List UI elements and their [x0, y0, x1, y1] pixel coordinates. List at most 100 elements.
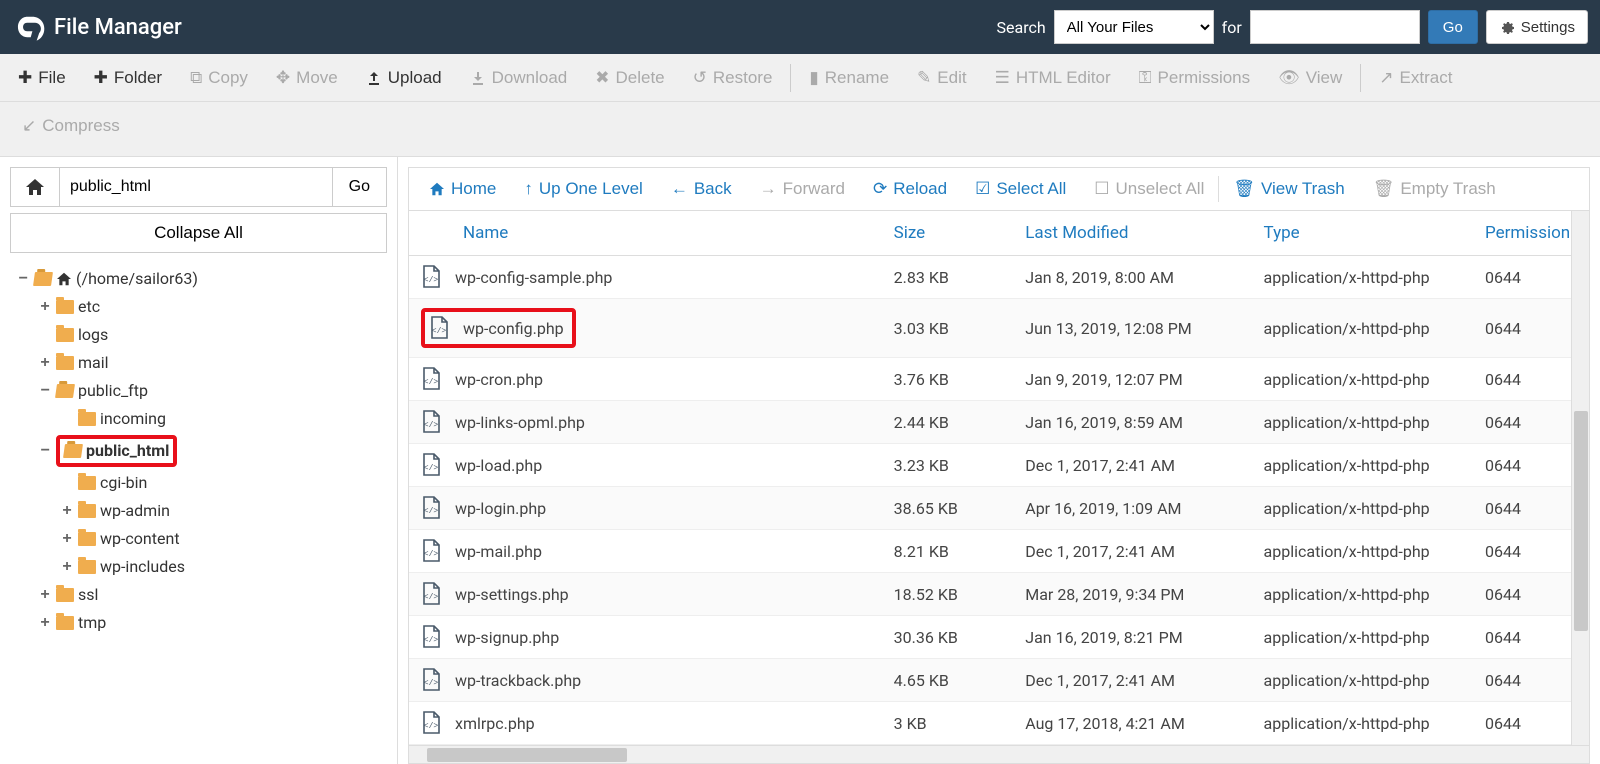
tree-node-wp-includes[interactable]: +wp-includes	[38, 553, 387, 581]
tree-node-wp-content[interactable]: +wp-content	[38, 525, 387, 553]
reload-button[interactable]: ⟳Reload	[859, 167, 961, 211]
tree-node-ssl[interactable]: +ssl	[38, 581, 387, 609]
restore-icon: ↺	[693, 68, 707, 88]
move-icon: ✥	[276, 68, 290, 88]
select-all-button[interactable]: ☑Select All	[961, 167, 1080, 211]
svg-text:</>: </>	[424, 593, 439, 602]
file-row[interactable]: </>wp-signup.php30.36 KBJan 16, 2019, 8:…	[409, 616, 1589, 659]
expander-icon[interactable]: −	[38, 379, 52, 403]
new-folder-button[interactable]: ✚Folder	[80, 58, 176, 98]
file-size: 38.65 KB	[884, 487, 1016, 530]
new-file-button[interactable]: ✚File	[4, 58, 80, 98]
expander-icon[interactable]: +	[38, 583, 52, 607]
tree-node-logs[interactable]: logs	[38, 321, 387, 349]
tree-node-mail[interactable]: +mail	[38, 349, 387, 377]
empty-trash-button[interactable]: 🗑Empty Trash	[1359, 167, 1510, 211]
expander-icon[interactable]: +	[38, 351, 52, 375]
expander-icon[interactable]: +	[38, 295, 52, 319]
tree-node-cgi-bin[interactable]: cgi-bin	[38, 469, 387, 497]
forward-button[interactable]: →Forward	[746, 167, 859, 211]
file-row[interactable]: </>wp-mail.php8.21 KBDec 1, 2017, 2:41 A…	[409, 530, 1589, 573]
col-type[interactable]: Type	[1254, 211, 1475, 256]
sidebar-go-button[interactable]: Go	[333, 167, 387, 207]
tree-node-public_ftp[interactable]: − public_ftp	[38, 377, 387, 405]
separator	[1360, 64, 1361, 92]
tree-root[interactable]: − (/home/sailor63)	[16, 265, 387, 293]
home-icon	[25, 178, 45, 196]
file-row[interactable]: </>wp-config.php3.03 KBJun 13, 2019, 12:…	[409, 299, 1589, 358]
file-row[interactable]: </>wp-trackback.php4.65 KBDec 1, 2017, 2…	[409, 659, 1589, 702]
php-file-icon: </>	[421, 367, 441, 391]
tree-node-tmp[interactable]: +tmp	[38, 609, 387, 637]
rename-icon: ▮	[809, 68, 818, 88]
search-scope-select[interactable]: All Your Files	[1054, 10, 1214, 44]
tree-node-etc[interactable]: +etc	[38, 293, 387, 321]
file-row[interactable]: </>wp-load.php3.23 KBDec 1, 2017, 2:41 A…	[409, 444, 1589, 487]
php-file-icon: </>	[421, 496, 441, 520]
file-modified: Jan 9, 2019, 12:07 PM	[1015, 358, 1253, 401]
back-button[interactable]: ←Back	[657, 167, 746, 211]
file-type: application/x-httpd-php	[1254, 444, 1475, 487]
checkbox-icon: ☐	[1094, 179, 1109, 199]
search-input[interactable]	[1250, 10, 1420, 44]
expander-icon[interactable]: −	[38, 439, 52, 463]
upload-button[interactable]: Upload	[352, 58, 456, 98]
restore-button[interactable]: ↺Restore	[679, 58, 787, 98]
expander-icon[interactable]: −	[16, 267, 30, 291]
tree-node-public_html[interactable]: −public_html	[38, 433, 387, 469]
path-input[interactable]	[60, 167, 333, 207]
collapse-all-button[interactable]: Collapse All	[10, 213, 387, 253]
copy-button[interactable]: ⧉Copy	[176, 58, 262, 98]
tree-label: logs	[78, 323, 108, 347]
html-editor-button[interactable]: ☰HTML Editor	[981, 58, 1125, 98]
download-button[interactable]: Download	[456, 58, 582, 98]
view-button[interactable]: 👁View	[1264, 58, 1356, 98]
copy-icon: ⧉	[190, 68, 202, 88]
file-row[interactable]: </>wp-login.php38.65 KBApr 16, 2019, 1:0…	[409, 487, 1589, 530]
home-icon	[56, 272, 72, 286]
view-trash-button[interactable]: 🗑View Trash	[1219, 167, 1358, 211]
file-size: 3.76 KB	[884, 358, 1016, 401]
delete-button[interactable]: ✖Delete	[581, 58, 678, 98]
permissions-button[interactable]: ⚿Permissions	[1125, 58, 1265, 98]
compress-button[interactable]: ↙Compress	[8, 106, 134, 146]
move-button[interactable]: ✥Move	[262, 58, 352, 98]
col-size[interactable]: Size	[884, 211, 1016, 256]
edit-button[interactable]: ✎Edit	[903, 58, 981, 98]
file-size: 18.52 KB	[884, 573, 1016, 616]
php-file-icon: </>	[421, 265, 441, 289]
folder-closed-icon	[56, 328, 74, 342]
file-row[interactable]: </>wp-links-opml.php2.44 KBJan 16, 2019,…	[409, 401, 1589, 444]
up-one-level-button[interactable]: ↑Up One Level	[510, 167, 656, 211]
home-button[interactable]	[10, 167, 60, 207]
file-row[interactable]: </>wp-settings.php18.52 KBMar 28, 2019, …	[409, 573, 1589, 616]
file-name: wp-links-opml.php	[455, 413, 585, 432]
col-name[interactable]: Name	[409, 211, 884, 256]
expander-icon[interactable]: +	[60, 499, 74, 523]
file-row[interactable]: </> wp-cron.php 3.76 KBJan 9, 2019, 12:07 …	[409, 358, 1589, 401]
tree-node-incoming[interactable]: incoming	[38, 405, 387, 433]
tree-label: public_ftp	[78, 379, 148, 403]
extract-button[interactable]: ↗Extract	[1365, 58, 1466, 98]
col-modified[interactable]: Last Modified	[1015, 211, 1253, 256]
search-go-button[interactable]: Go	[1428, 10, 1478, 44]
key-icon: ⚿	[1139, 68, 1152, 88]
tree-label: incoming	[100, 407, 166, 431]
unselect-all-button[interactable]: ☐Unselect All	[1080, 167, 1218, 211]
settings-button[interactable]: Settings	[1486, 10, 1588, 44]
expander-icon[interactable]: +	[60, 555, 74, 579]
vertical-scrollbar[interactable]	[1571, 211, 1589, 745]
trash-icon: 🗑	[1233, 179, 1255, 199]
horizontal-scrollbar[interactable]	[409, 745, 1589, 763]
file-row[interactable]: </>wp-config-sample.php2.83 KBJan 8, 201…	[409, 256, 1589, 299]
rename-button[interactable]: ▮Rename	[795, 58, 903, 98]
expander-icon[interactable]: +	[38, 611, 52, 635]
compress-icon: ↙	[22, 116, 36, 136]
file-name: wp-cron.php	[455, 370, 543, 389]
expander-icon[interactable]: +	[60, 527, 74, 551]
download-icon	[470, 70, 486, 86]
file-name: wp-load.php	[455, 456, 542, 475]
tree-node-wp-admin[interactable]: +wp-admin	[38, 497, 387, 525]
svg-text:</>: </>	[424, 679, 439, 688]
nav-home-button[interactable]: Home	[415, 167, 510, 211]
